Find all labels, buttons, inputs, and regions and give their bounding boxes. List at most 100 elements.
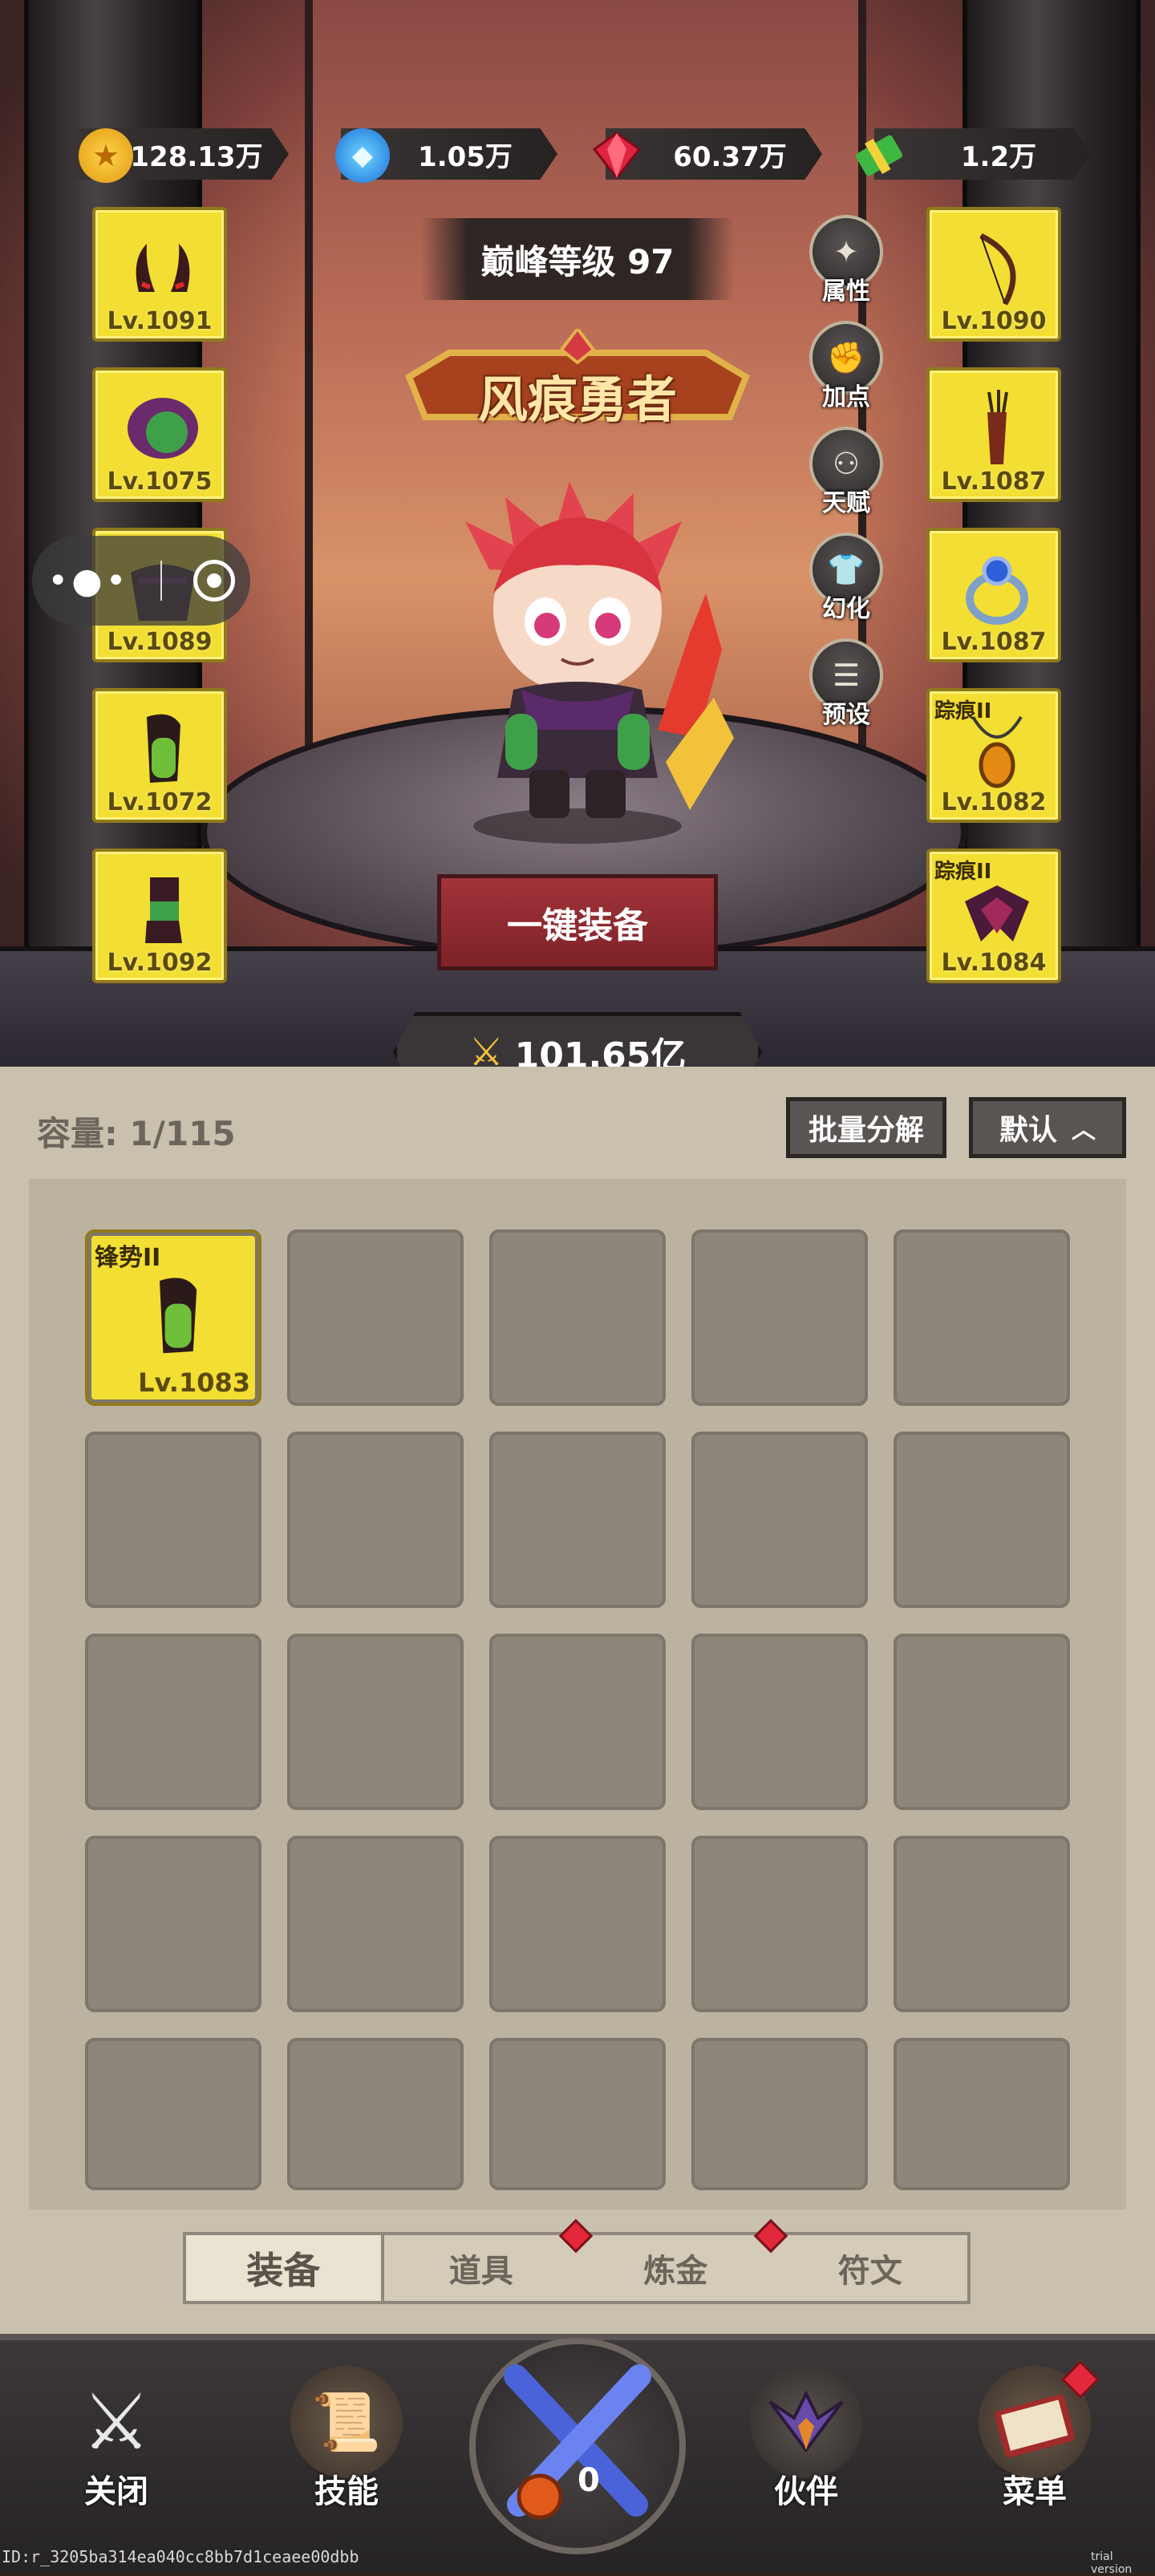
equip-slot-pants[interactable]: Lv.1072	[92, 688, 227, 823]
tab-runes[interactable]: 符文	[773, 2235, 968, 2301]
slot-level: Lv.1075	[107, 468, 213, 496]
nav-label: 关闭	[84, 2473, 148, 2510]
tab-equipment[interactable]: 装备	[186, 2235, 384, 2301]
green-pants-icon	[147, 714, 180, 783]
empty-slot[interactable]	[489, 2038, 666, 2190]
empty-slot[interactable]	[894, 1836, 1070, 2012]
batch-decompose-button[interactable]: 批量分解	[786, 1097, 946, 1158]
empty-slot[interactable]	[894, 1432, 1070, 1608]
hero-title-badge[interactable]: 风痕勇者	[393, 329, 762, 449]
talent-button[interactable]: ⚇ 天赋	[806, 427, 886, 523]
cash-amount[interactable]: 1.2万	[874, 128, 1091, 180]
equip-slot-weapon[interactable]: Lv.1090	[926, 207, 1061, 342]
inventory-item[interactable]: 锋势II Lv.1083	[85, 1229, 261, 1406]
cash-value: 1.2万	[960, 140, 1037, 173]
empty-slot[interactable]	[85, 1634, 261, 1810]
menu-book-icon	[979, 2359, 1100, 2478]
close-swords-icon: ⚔	[81, 2377, 152, 2467]
empty-slot[interactable]	[894, 1229, 1070, 1406]
preset-button[interactable]: ☰ 预设	[806, 638, 886, 735]
empty-slot[interactable]	[691, 2038, 868, 2190]
capacity-text: 容量: 1/115	[37, 1114, 236, 1153]
empty-slot[interactable]	[85, 2038, 261, 2190]
batch-decompose-label: 批量分解	[808, 1114, 924, 1147]
empty-slot[interactable]	[691, 1836, 868, 2012]
empty-slot[interactable]	[287, 2038, 464, 2190]
equip-slot-quiver[interactable]: Lv.1087	[926, 367, 1061, 502]
battle-center-button[interactable]	[469, 2338, 686, 2554]
slot-level: Lv.1091	[107, 307, 213, 335]
green-cash-icon	[852, 128, 906, 183]
amulet-icon	[971, 715, 1023, 788]
empty-slot[interactable]	[85, 1836, 261, 2012]
equip-slot-emblem[interactable]: 踪痕II Lv.1084	[926, 849, 1061, 983]
empty-slot[interactable]	[691, 1229, 868, 1406]
crossed-blue-swords-icon	[504, 2364, 651, 2520]
purple-hood-icon	[128, 398, 198, 459]
talent-label: 天赋	[822, 489, 870, 517]
empty-slot[interactable]	[287, 1634, 464, 1810]
slot-level: Lv.1087	[941, 628, 1047, 656]
empty-slot[interactable]	[894, 2038, 1070, 2190]
more-dots-icon[interactable]: •●•	[47, 561, 129, 601]
empty-slot[interactable]	[489, 1432, 666, 1608]
equip-all-button[interactable]: 一键装备	[437, 874, 718, 970]
add-points-button[interactable]: ✊ 加点	[806, 321, 886, 417]
gold-coin-icon: ★	[79, 128, 133, 183]
empty-slot[interactable]	[287, 1432, 464, 1608]
nav-label: 技能	[314, 2473, 379, 2510]
slot-level: Lv.1087	[941, 468, 1047, 496]
tab-alchemy[interactable]: 炼金	[578, 2218, 788, 2301]
add-points-label: 加点	[822, 383, 870, 411]
empty-slot[interactable]	[489, 1229, 666, 1406]
empty-slot[interactable]	[489, 1836, 666, 2012]
equip-slot-boots[interactable]: Lv.1092	[92, 849, 227, 983]
equip-slot-hood[interactable]: Lv.1075	[92, 367, 227, 502]
trial-watermark: trial version	[1091, 2550, 1133, 2576]
mini-program-capsule[interactable]: •●•	[32, 536, 250, 626]
attributes-button[interactable]: ✦ 属性	[806, 215, 886, 311]
sort-default-button[interactable]: 默认 ︿	[969, 1097, 1126, 1158]
wings-emblem-icon	[965, 885, 1029, 942]
transmog-button[interactable]: 👕 幻化	[806, 533, 886, 629]
quiver-icon	[987, 390, 1008, 464]
slot-level: Lv.1092	[107, 949, 213, 977]
empty-slot[interactable]	[287, 1836, 464, 2012]
tab-label: 符文	[837, 2253, 902, 2290]
close-target-icon[interactable]	[192, 560, 235, 601]
ring-icon	[966, 556, 1028, 625]
empty-slot[interactable]	[894, 1634, 1070, 1810]
crystal-value: 1.05万	[418, 140, 513, 173]
equip-slot-ring[interactable]: Lv.1087	[926, 528, 1061, 662]
nav-label: 伙伴	[774, 2473, 838, 2510]
equip-all-label: 一键装备	[507, 905, 648, 946]
sort-default-label: 默认	[999, 1114, 1057, 1147]
empty-slot[interactable]	[691, 1634, 868, 1810]
empty-slot[interactable]	[489, 1634, 666, 1810]
gold-value: 128.13万	[130, 140, 263, 173]
blue-crystal-icon: ◆	[335, 128, 390, 183]
nav-close[interactable]: ⚔ 关闭	[44, 2366, 188, 2512]
peak-level-banner: 巅峰等级 97	[421, 218, 734, 300]
empty-slot[interactable]	[85, 1432, 261, 1608]
green-pants-icon	[160, 1278, 197, 1354]
empty-slot[interactable]	[287, 1229, 464, 1406]
inventory-tabs: 装备 道具 炼金 符文	[183, 2218, 971, 2304]
red-gem-icon	[590, 128, 644, 183]
slot-level: Lv.1072	[107, 788, 213, 816]
skill-scroll-icon: 📜	[290, 2366, 403, 2478]
item-level: Lv.1083	[138, 1367, 250, 1398]
slot-level: Lv.1090	[941, 307, 1047, 335]
chevron-up-icon: ︿	[1072, 1116, 1096, 1144]
nav-skills[interactable]: 📜 技能	[274, 2366, 419, 2512]
nav-partner[interactable]: 伙伴	[734, 2366, 878, 2512]
equip-slot-helmet[interactable]: Lv.1091	[92, 207, 227, 342]
partner-wings-icon	[750, 2366, 862, 2478]
nav-menu[interactable]: 菜单	[962, 2359, 1107, 2512]
energy-count: 0	[578, 2462, 600, 2499]
tab-items[interactable]: 道具	[384, 2218, 594, 2301]
equip-slot-amulet[interactable]: 踪痕II Lv.1082	[926, 688, 1061, 823]
hero-character[interactable]	[417, 473, 754, 850]
user-id-text: ID:r_3205ba314ea040cc8bb7d1ceaee00dbb	[2, 2547, 359, 2566]
empty-slot[interactable]	[691, 1432, 868, 1608]
